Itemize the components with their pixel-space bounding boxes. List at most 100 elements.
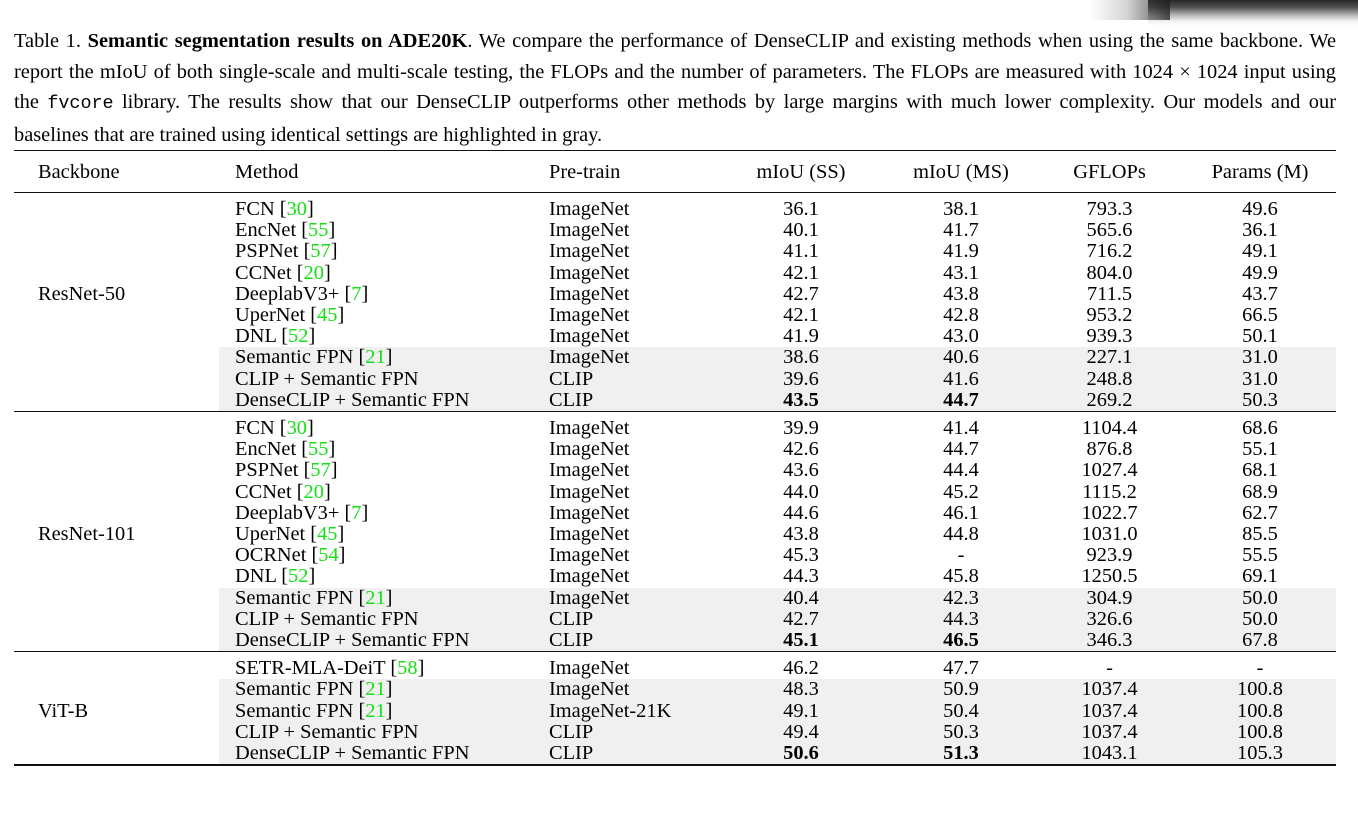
params-value: 55.1 — [1242, 438, 1278, 461]
table-row: Semantic FPN [21] ImageNet 38.6 40.6 227.1 31… — [14, 346, 1336, 369]
backbone-label: ResNet-101 — [38, 523, 136, 546]
citation-link[interactable]: 52 — [288, 325, 308, 347]
table-row: EncNet [55] ImageNet 40.1 41.7 565.6 36.1 — [14, 220, 1336, 241]
params-value: 31.0 — [1196, 368, 1336, 390]
citation-link[interactable]: 21 — [365, 678, 385, 700]
method-label: DenseCLIP + Semantic FPN — [235, 629, 470, 652]
method-name: UperNet [45] — [235, 304, 345, 327]
method-name: CCNet [20] — [235, 261, 331, 284]
miou-ms-value: 47.7 — [943, 657, 979, 680]
citation-link[interactable]: 58 — [397, 657, 417, 679]
method-name: UperNet [45] — [235, 523, 345, 546]
params-value: - — [1256, 657, 1264, 680]
method-name: EncNet [55] — [235, 219, 336, 242]
backbone-spacer — [14, 545, 219, 566]
method-name: DenseCLIP + Semantic FPN — [219, 389, 541, 412]
pretrain-value: ImageNet — [549, 480, 630, 503]
gflops-value: 953.2 — [1086, 304, 1133, 327]
gflops-value: 269.2 — [1041, 389, 1196, 412]
gflops-value: 248.8 — [1041, 368, 1196, 390]
miou-ms-value: - — [957, 544, 965, 567]
citation-link[interactable]: 30 — [287, 417, 307, 439]
table-row: CCNet [20] ImageNet 44.0 45.2 1115.2 68.9 — [14, 480, 1336, 503]
miou-ms-value: 44.7 — [881, 389, 1041, 412]
table-row: PSPNet [57] ImageNet 43.6 44.4 1027.4 68.1 — [14, 460, 1336, 481]
citation-link[interactable]: 54 — [318, 544, 338, 566]
params-value: 62.7 — [1242, 501, 1278, 524]
rule-bottom — [14, 764, 1336, 773]
citation-link[interactable]: 30 — [287, 198, 307, 220]
table-row: DenseCLIP + Semantic FPN CLIP 45.1 46.5 346.… — [14, 629, 1336, 652]
method-label: FCN — [235, 198, 275, 220]
miou-ss-value: 43.8 — [783, 523, 819, 546]
params-value: 50.3 — [1196, 389, 1336, 412]
params-value: 68.9 — [1242, 480, 1278, 503]
scan-shadow-artifact — [1090, 0, 1358, 26]
method-label: DenseCLIP + Semantic FPN — [235, 742, 470, 765]
miou-ms-value: 45.2 — [943, 480, 979, 503]
citation-link[interactable]: 21 — [365, 700, 385, 722]
pretrain-value: ImageNet — [541, 347, 721, 369]
method-name: CCNet [20] — [235, 480, 331, 503]
citation-link[interactable]: 57 — [310, 240, 330, 262]
pretrain-value: ImageNet — [549, 501, 630, 524]
method-label: Semantic FPN — [235, 699, 354, 722]
column-header-params: Params (M) — [1211, 161, 1309, 184]
params-value: 50.0 — [1196, 608, 1336, 631]
miou-ms-value: 42.8 — [943, 304, 979, 327]
column-header-pretrain: Pre-train — [549, 161, 621, 184]
pretrain-value: ImageNet — [541, 679, 721, 701]
citation-link[interactable]: 45 — [317, 523, 337, 545]
backbone-spacer — [14, 609, 219, 630]
backbone-spacer — [14, 263, 219, 284]
miou-ss-value: 38.6 — [721, 347, 881, 369]
method-name: FCN [30] — [235, 198, 314, 220]
backbone-spacer — [14, 566, 219, 587]
method-label: CLIP + Semantic FPN — [235, 607, 419, 630]
pretrain-value: ImageNet — [549, 198, 630, 220]
gflops-value: 304.9 — [1041, 587, 1196, 609]
column-header-miou-ms: mIoU (MS) — [913, 161, 1009, 184]
citation-link[interactable]: 20 — [304, 262, 324, 284]
citation-link[interactable]: 55 — [308, 438, 328, 460]
table-row: DNL [52] ImageNet 41.9 43.0 939.3 50.1 — [14, 326, 1336, 347]
table-row: FCN [30] ImageNet 39.9 41.4 1104.4 68.6 — [14, 417, 1336, 440]
params-value: 36.1 — [1242, 219, 1278, 242]
pretrain-value: ImageNet — [549, 459, 630, 482]
backbone-label: ViT-B — [38, 699, 89, 722]
citation-link[interactable]: 57 — [310, 459, 330, 481]
citation-link[interactable]: 21 — [365, 346, 385, 368]
miou-ss-value: 49.4 — [721, 721, 881, 744]
miou-ms-value: 43.0 — [943, 325, 979, 348]
miou-ss-value: 41.9 — [783, 325, 819, 348]
gflops-value: 1115.2 — [1082, 480, 1137, 503]
method-name: DenseCLIP + Semantic FPN — [219, 629, 541, 652]
pretrain-value: ImageNet — [549, 325, 630, 348]
table-row: DNL [52] ImageNet 44.3 45.8 1250.5 69.1 — [14, 566, 1336, 587]
citation-link[interactable]: 52 — [288, 565, 308, 587]
params-value: 67.8 — [1196, 630, 1336, 652]
method-label: Semantic FPN — [235, 346, 354, 369]
citation-link[interactable]: 21 — [365, 587, 385, 609]
citation-link[interactable]: 7 — [351, 283, 361, 305]
gflops-value: 939.3 — [1086, 325, 1133, 348]
pretrain-value: CLIP — [541, 742, 721, 766]
method-name: DNL [52] — [235, 565, 316, 588]
citation-link[interactable]: 55 — [308, 219, 328, 241]
pretrain-value: CLIP — [541, 608, 721, 631]
miou-ss-value: 45.1 — [721, 629, 881, 652]
citation-link[interactable]: 45 — [317, 304, 337, 326]
pretrain-value: ImageNet — [541, 587, 721, 609]
pretrain-value: ImageNet — [549, 282, 630, 305]
citation-link[interactable]: 7 — [351, 502, 361, 524]
miou-ms-value: 44.3 — [881, 608, 1041, 631]
params-value: 69.1 — [1242, 565, 1278, 588]
backbone-spacer — [14, 241, 219, 262]
gflops-value: 1027.4 — [1081, 459, 1138, 482]
method-label: FCN — [235, 417, 275, 440]
miou-ss-value: 45.3 — [783, 544, 819, 567]
params-value: 50.1 — [1242, 325, 1278, 348]
gflops-value: 346.3 — [1041, 630, 1196, 652]
method-label: UperNet — [235, 304, 306, 327]
citation-link[interactable]: 20 — [304, 481, 324, 503]
